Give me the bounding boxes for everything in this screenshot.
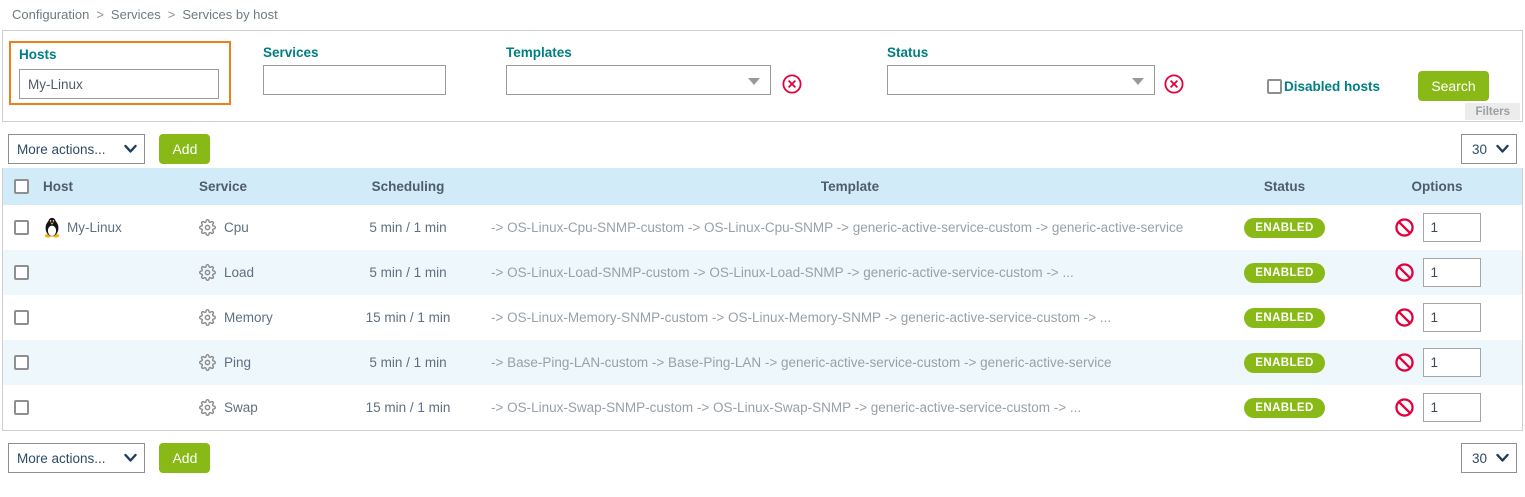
select-caret-icon <box>1132 78 1144 85</box>
template-chain: -> OS-Linux-Cpu-SNMP-custom -> OS-Linux-… <box>483 220 1217 235</box>
disabled-hosts-toggle[interactable]: Disabled hosts <box>1267 79 1380 94</box>
template-chain: -> Base-Ping-LAN-custom -> Base-Ping-LAN… <box>483 355 1217 370</box>
column-header-host: Host <box>39 179 193 194</box>
hosts-filter-highlight: Hosts <box>9 41 231 105</box>
host-cell-content: My-Linux <box>43 217 122 238</box>
services-filter-label: Services <box>263 45 446 60</box>
disabled-hosts-label: Disabled hosts <box>1284 79 1380 94</box>
add-button-bottom[interactable]: Add <box>159 443 210 473</box>
service-name[interactable]: Memory <box>224 310 273 325</box>
row-checkbox[interactable] <box>14 220 29 235</box>
row-checkbox[interactable] <box>14 265 29 280</box>
select-caret-icon <box>748 78 760 85</box>
table-row: Load 5 min / 1 min -> OS-Linux-Load-SNMP… <box>3 250 1522 295</box>
search-button[interactable]: Search <box>1418 71 1489 101</box>
template-chain: -> OS-Linux-Memory-SNMP-custom -> OS-Lin… <box>483 310 1217 325</box>
column-header-options: Options <box>1352 179 1522 194</box>
table-row: My-Linux Cpu 5 min / 1 min -> OS-Linux-C… <box>3 205 1522 250</box>
gear-icon <box>199 354 216 371</box>
select-all-checkbox[interactable] <box>14 179 29 194</box>
options-count-input[interactable] <box>1423 393 1481 422</box>
more-actions-select-bottom[interactable]: More actions... <box>8 443 145 473</box>
breadcrumb-separator: > <box>96 7 104 22</box>
status-badge: ENABLED <box>1244 263 1324 283</box>
breadcrumb-services[interactable]: Services <box>111 7 161 22</box>
service-name[interactable]: Load <box>224 265 254 280</box>
service-name[interactable]: Swap <box>224 400 258 415</box>
hosts-filter-label: Hosts <box>19 47 221 62</box>
scheduling-value: 15 min / 1 min <box>333 310 483 325</box>
services-table: Host Service Scheduling Template Status … <box>2 168 1523 431</box>
templates-clear-filter-icon[interactable] <box>781 73 803 95</box>
status-filter-label: Status <box>887 45 1155 60</box>
column-header-template: Template <box>483 179 1217 194</box>
column-header-status: Status <box>1217 179 1352 194</box>
breadcrumb-separator: > <box>168 7 176 22</box>
breadcrumb-configuration[interactable]: Configuration <box>12 7 89 22</box>
row-checkbox[interactable] <box>14 400 29 415</box>
row-checkbox[interactable] <box>14 310 29 325</box>
services-filter-input[interactable] <box>263 65 446 95</box>
hosts-filter-input[interactable] <box>19 69 219 99</box>
gear-icon <box>199 264 216 281</box>
status-badge: ENABLED <box>1244 218 1324 238</box>
table-row: Memory 15 min / 1 min -> OS-Linux-Memory… <box>3 295 1522 340</box>
page-size-select[interactable]: 30 <box>1461 134 1517 164</box>
disable-icon[interactable] <box>1394 307 1415 328</box>
status-badge: ENABLED <box>1244 353 1324 373</box>
filters-tab-label: Filters <box>1465 103 1520 120</box>
more-actions-select[interactable]: More actions... <box>8 134 145 164</box>
linux-penguin-icon <box>43 217 61 238</box>
gear-icon <box>199 399 216 416</box>
disable-icon[interactable] <box>1394 397 1415 418</box>
breadcrumb: Configuration > Services > Services by host <box>0 0 1525 28</box>
column-header-scheduling: Scheduling <box>333 179 483 194</box>
scheduling-value: 5 min / 1 min <box>333 355 483 370</box>
row-checkbox[interactable] <box>14 355 29 370</box>
disable-icon[interactable] <box>1394 217 1415 238</box>
templates-filter-label: Templates <box>506 45 771 60</box>
options-count-input[interactable] <box>1423 348 1481 377</box>
disable-icon[interactable] <box>1394 352 1415 373</box>
service-name[interactable]: Cpu <box>224 220 249 235</box>
filter-panel: Hosts Services Templates Status Disabled… <box>2 30 1523 122</box>
status-clear-filter-icon[interactable] <box>1163 73 1185 95</box>
scheduling-value: 15 min / 1 min <box>333 400 483 415</box>
add-button[interactable]: Add <box>159 134 210 164</box>
status-badge: ENABLED <box>1244 308 1324 328</box>
disabled-hosts-checkbox[interactable] <box>1267 79 1282 94</box>
table-row: Swap 15 min / 1 min -> OS-Linux-Swap-SNM… <box>3 385 1522 430</box>
templates-filter-select[interactable] <box>506 65 771 95</box>
top-toolbar: More actions... Add 30 <box>0 122 1525 168</box>
options-count-input[interactable] <box>1423 258 1481 287</box>
scheduling-value: 5 min / 1 min <box>333 220 483 235</box>
scheduling-value: 5 min / 1 min <box>333 265 483 280</box>
host-name[interactable]: My-Linux <box>67 220 122 235</box>
template-chain: -> OS-Linux-Swap-SNMP-custom -> OS-Linux… <box>483 400 1217 415</box>
status-filter-select[interactable] <box>887 65 1155 95</box>
table-body: My-Linux Cpu 5 min / 1 min -> OS-Linux-C… <box>3 205 1522 430</box>
options-count-input[interactable] <box>1423 303 1481 332</box>
template-chain: -> OS-Linux-Load-SNMP-custom -> OS-Linux… <box>483 265 1217 280</box>
breadcrumb-services-by-host[interactable]: Services by host <box>182 7 277 22</box>
page-size-select-bottom[interactable]: 30 <box>1461 443 1517 473</box>
table-row: Ping 5 min / 1 min -> Base-Ping-LAN-cust… <box>3 340 1522 385</box>
gear-icon <box>199 219 216 236</box>
options-count-input[interactable] <box>1423 213 1481 242</box>
column-header-service: Service <box>193 179 333 194</box>
service-name[interactable]: Ping <box>224 355 251 370</box>
table-header-row: Host Service Scheduling Template Status … <box>3 168 1522 205</box>
disable-icon[interactable] <box>1394 262 1415 283</box>
bottom-toolbar: More actions... Add 30 <box>0 431 1525 477</box>
gear-icon <box>199 309 216 326</box>
status-badge: ENABLED <box>1244 398 1324 418</box>
